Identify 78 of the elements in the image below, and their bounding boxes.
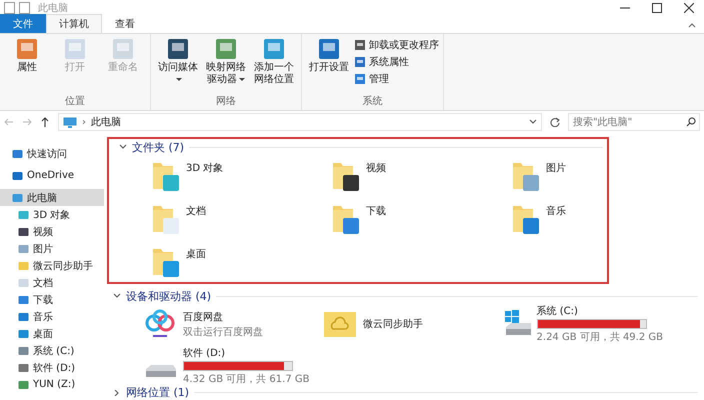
sidebar-item-icon [18, 312, 29, 322]
sidebar-item[interactable]: 此电脑 [0, 189, 104, 206]
ribbon-button[interactable]: 访问媒体 [155, 36, 201, 94]
address-bar[interactable]: › 此电脑 [58, 113, 542, 131]
section-title[interactable]: 文件夹 (7) [132, 140, 184, 154]
ribbon-group-label: 网络 [216, 95, 236, 108]
sidebar-item-icon [18, 362, 29, 372]
folder-name[interactable]: 视频 [366, 159, 386, 175]
sidebar-item[interactable]: OneDrive [0, 167, 104, 184]
folder-name[interactable]: 文档 [186, 202, 206, 218]
ribbon-button[interactable]: 添加一个网络位置 [251, 36, 297, 94]
device-detail: 双击运行百度网盘 [183, 326, 263, 338]
folder-name[interactable]: 3D 对象 [186, 159, 224, 175]
command-icon [62, 36, 88, 62]
sidebar-item-icon [18, 346, 29, 356]
device-detail: 4.32 GB 可用，共 61.7 GB [183, 372, 310, 386]
sidebar-item-icon [18, 278, 29, 288]
sidebar-item[interactable]: 系统 (C:) [0, 342, 104, 359]
chevron-icon[interactable] [119, 144, 127, 150]
ribbon-small-button[interactable]: 管理 [354, 72, 439, 86]
section-title[interactable]: 网络位置 (1) [126, 385, 190, 400]
folder-name[interactable]: 音乐 [546, 202, 566, 218]
collapse-ribbon-icon[interactable] [688, 22, 696, 28]
sidebar-item-icon [12, 192, 23, 202]
ribbon-button[interactable]: 属性 [4, 36, 50, 94]
device-name[interactable]: 系统 (C:) [536, 304, 663, 318]
sidebar-item[interactable]: 视频 [0, 223, 104, 240]
ribbon-small-button[interactable]: 系统属性 [354, 55, 439, 69]
sidebar-item-icon [18, 210, 29, 220]
sidebar-item[interactable]: 音乐 [0, 308, 104, 325]
computer-icon [63, 116, 77, 128]
maximize-icon[interactable] [652, 2, 662, 12]
sidebar-item-icon [18, 226, 29, 236]
section-title[interactable]: 设备和驱动器 (4) [126, 288, 212, 304]
ribbon-button[interactable]: 映射网络驱动器 [203, 36, 249, 94]
sidebar-item-icon [12, 170, 23, 180]
device-name[interactable]: 百度网盘 [183, 310, 263, 324]
folder-name[interactable]: 图片 [546, 159, 566, 175]
command-icon [110, 36, 136, 62]
ribbon-tab[interactable]: 计算机 [46, 14, 102, 33]
device-name[interactable]: 微云同步助手 [363, 317, 423, 331]
quick-access-toolbar-icon[interactable] [4, 2, 30, 14]
folder-name[interactable]: 下载 [366, 202, 386, 218]
sidebar-item[interactable]: 软件 (D:) [0, 359, 104, 376]
up-arrow-icon[interactable] [40, 117, 50, 127]
command-icon [354, 39, 366, 51]
command-icon [354, 73, 366, 85]
device-detail: 2.24 GB 可用，共 49.2 GB [536, 330, 663, 344]
sidebar-item-icon [18, 294, 29, 304]
sidebar-item[interactable]: 文档 [0, 274, 104, 291]
sidebar-item-icon [12, 148, 23, 158]
sidebar-item-icon [18, 244, 29, 254]
ribbon-small-button[interactable]: 卸载或更改程序 [354, 38, 439, 52]
sidebar-item-icon [18, 260, 29, 270]
ribbon-group-label: 位置 [65, 94, 85, 108]
sidebar-item[interactable]: 桌面 [0, 325, 104, 342]
sidebar-item[interactable]: 微云同步助手 [0, 257, 104, 274]
chevron-icon[interactable] [113, 390, 121, 396]
refresh-icon[interactable] [550, 117, 560, 127]
window-title: 此电脑 [38, 2, 68, 14]
folder-name[interactable]: 桌面 [186, 245, 206, 261]
sidebar-item[interactable]: YUN (Z:) [0, 376, 104, 393]
sidebar-item-icon [18, 380, 29, 390]
sidebar-item[interactable]: 快速访问 [0, 145, 104, 162]
device-name[interactable]: 软件 (D:) [183, 346, 310, 360]
search-icon[interactable] [686, 117, 696, 127]
sidebar-item[interactable]: 下载 [0, 291, 104, 308]
command-icon [354, 56, 366, 68]
ribbon-group-label: 系统 [362, 94, 382, 108]
ribbon-button[interactable]: 打开设置 [306, 36, 352, 94]
cloud-logo-icon[interactable] [143, 309, 177, 339]
sidebar-item-icon [18, 328, 29, 338]
chevron-icon[interactable] [113, 293, 121, 299]
ribbon-tab[interactable]: 文件 [0, 14, 46, 33]
search-field[interactable]: 搜索"此电脑" [568, 113, 700, 131]
sidebar-item[interactable]: 图片 [0, 240, 104, 257]
sidebar-item[interactable]: 3D 对象 [0, 206, 104, 223]
close-icon[interactable] [684, 2, 694, 12]
